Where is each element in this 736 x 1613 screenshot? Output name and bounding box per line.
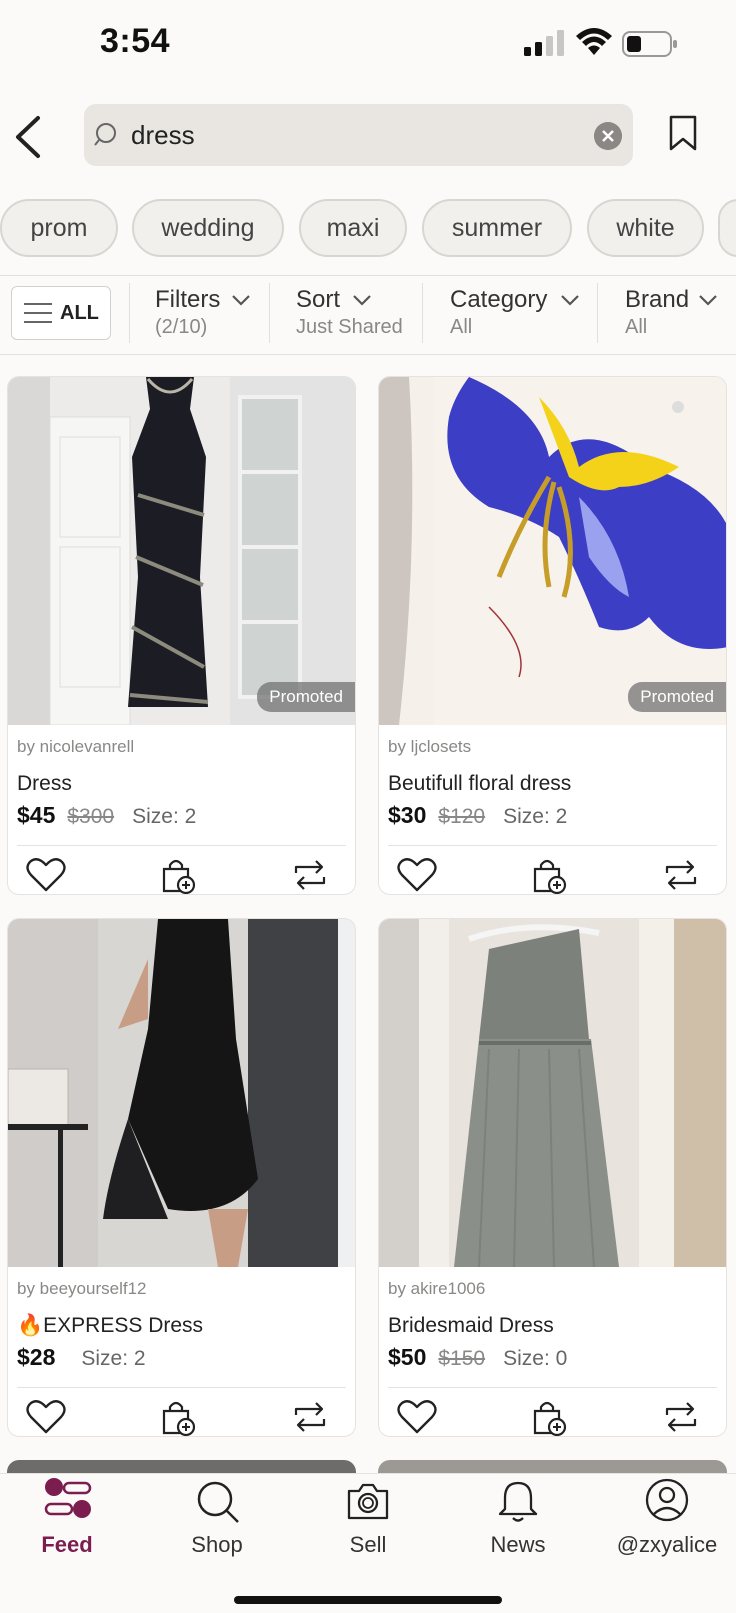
divider <box>269 283 270 343</box>
sort-value: Just Shared <box>296 316 403 338</box>
search-icon[interactable] <box>196 1480 240 1524</box>
price-line: $50 $150 Size: 0 <box>388 1344 567 1371</box>
seller-name[interactable]: by beeyourself12 <box>17 1279 146 1299</box>
listing-price: $50 <box>388 1344 427 1370</box>
share-icon[interactable] <box>663 857 699 893</box>
listing-photo-black-gown[interactable] <box>8 377 356 725</box>
listing-title[interactable]: Beutifull floral dress <box>388 772 571 796</box>
chevron-down-icon <box>561 295 579 306</box>
home-indicator <box>234 1596 502 1604</box>
promoted-badge: Promoted <box>628 682 726 712</box>
listing-size: Size: 2 <box>503 805 568 828</box>
tab-feed[interactable]: Feed <box>0 1532 137 1558</box>
divider <box>388 1387 717 1388</box>
original-price: $300 <box>67 805 115 828</box>
hamburger-menu-icon <box>24 303 52 323</box>
tab-sell[interactable]: Sell <box>298 1532 438 1558</box>
heart-like-icon[interactable] <box>26 1399 66 1435</box>
listing-photo-black-dress[interactable] <box>8 919 356 1267</box>
divider <box>388 845 717 846</box>
promoted-badge: Promoted <box>257 682 355 712</box>
divider <box>129 283 130 343</box>
listing-card[interactable]: Promoted by nicolevanrell Dress $45 $300… <box>7 376 356 895</box>
camera-icon[interactable] <box>346 1481 390 1521</box>
original-price: $120 <box>438 805 486 828</box>
price-line: $45 $300 Size: 2 <box>17 802 196 829</box>
seller-name[interactable]: by nicolevanrell <box>17 737 134 757</box>
profile-avatar-icon[interactable] <box>645 1478 689 1522</box>
chevron-down-icon <box>232 295 250 306</box>
chip-partial[interactable] <box>718 199 736 257</box>
brand-value: All <box>625 316 648 338</box>
listing-card[interactable]: by akire1006 Bridesmaid Dress $50 $150 S… <box>378 918 727 1437</box>
add-to-bundle-icon[interactable] <box>531 857 567 895</box>
listing-title[interactable]: 🔥EXPRESS Dress <box>17 1314 203 1338</box>
listing-photo-floral-dress[interactable] <box>379 377 727 725</box>
divider <box>422 283 423 343</box>
heart-like-icon[interactable] <box>26 857 66 893</box>
chip-maxi[interactable]: maxi <box>299 199 407 257</box>
listing-title[interactable]: Bridesmaid Dress <box>388 1314 554 1338</box>
share-icon[interactable] <box>663 1399 699 1435</box>
add-to-bundle-icon[interactable] <box>160 857 196 895</box>
share-icon[interactable] <box>292 1399 328 1435</box>
bell-icon[interactable] <box>496 1480 540 1524</box>
listing-price: $30 <box>388 802 427 828</box>
clear-search-icon[interactable] <box>594 122 622 150</box>
divider <box>17 845 346 846</box>
wifi-icon <box>576 28 612 55</box>
divider <box>597 283 598 343</box>
heart-like-icon[interactable] <box>397 857 437 893</box>
chevron-down-icon <box>353 295 371 306</box>
search-query-text[interactable]: dress <box>131 120 195 151</box>
heart-like-icon[interactable] <box>397 1399 437 1435</box>
chip-wedding[interactable]: wedding <box>132 199 284 257</box>
listing-size: Size: 2 <box>132 805 197 828</box>
cellular-signal-icon <box>524 30 564 56</box>
all-label: ALL <box>60 302 99 324</box>
add-to-bundle-icon[interactable] <box>160 1399 196 1437</box>
search-icon <box>94 123 116 146</box>
chip-summer[interactable]: summer <box>422 199 572 257</box>
listing-size: Size: 2 <box>81 1347 146 1370</box>
status-time: 3:54 <box>100 22 171 60</box>
listing-card[interactable]: by beeyourself12 🔥EXPRESS Dress $28 Size… <box>7 918 356 1437</box>
share-icon[interactable] <box>292 857 328 893</box>
divider <box>17 1387 346 1388</box>
price-line: $28 Size: 2 <box>17 1344 146 1371</box>
original-price: $150 <box>438 1347 486 1370</box>
filters-count: (2/10) <box>155 316 208 338</box>
feed-icon[interactable] <box>44 1478 92 1522</box>
listing-title[interactable]: Dress <box>17 772 72 796</box>
listing-photo-gray-dress[interactable] <box>379 919 727 1267</box>
chevron-down-icon <box>699 295 717 306</box>
back-arrow-icon[interactable] <box>10 112 50 162</box>
chip-white[interactable]: white <box>587 199 704 257</box>
price-line: $30 $120 Size: 2 <box>388 802 567 829</box>
chip-prom[interactable]: prom <box>0 199 118 257</box>
seller-name[interactable]: by akire1006 <box>388 1279 485 1299</box>
tab-shop[interactable]: Shop <box>147 1532 287 1558</box>
tab-profile[interactable]: @zxyalice <box>597 1532 736 1558</box>
category-value: All <box>450 316 473 338</box>
listing-price: $28 <box>17 1344 56 1370</box>
tab-news[interactable]: News <box>448 1532 588 1558</box>
bookmark-icon[interactable] <box>668 114 698 152</box>
seller-name[interactable]: by ljclosets <box>388 737 471 757</box>
listing-size: Size: 0 <box>503 1347 568 1370</box>
listing-price: $45 <box>17 802 56 828</box>
add-to-bundle-icon[interactable] <box>531 1399 567 1437</box>
listing-card[interactable]: Promoted by ljclosets Beutifull floral d… <box>378 376 727 895</box>
battery-icon <box>622 31 677 57</box>
